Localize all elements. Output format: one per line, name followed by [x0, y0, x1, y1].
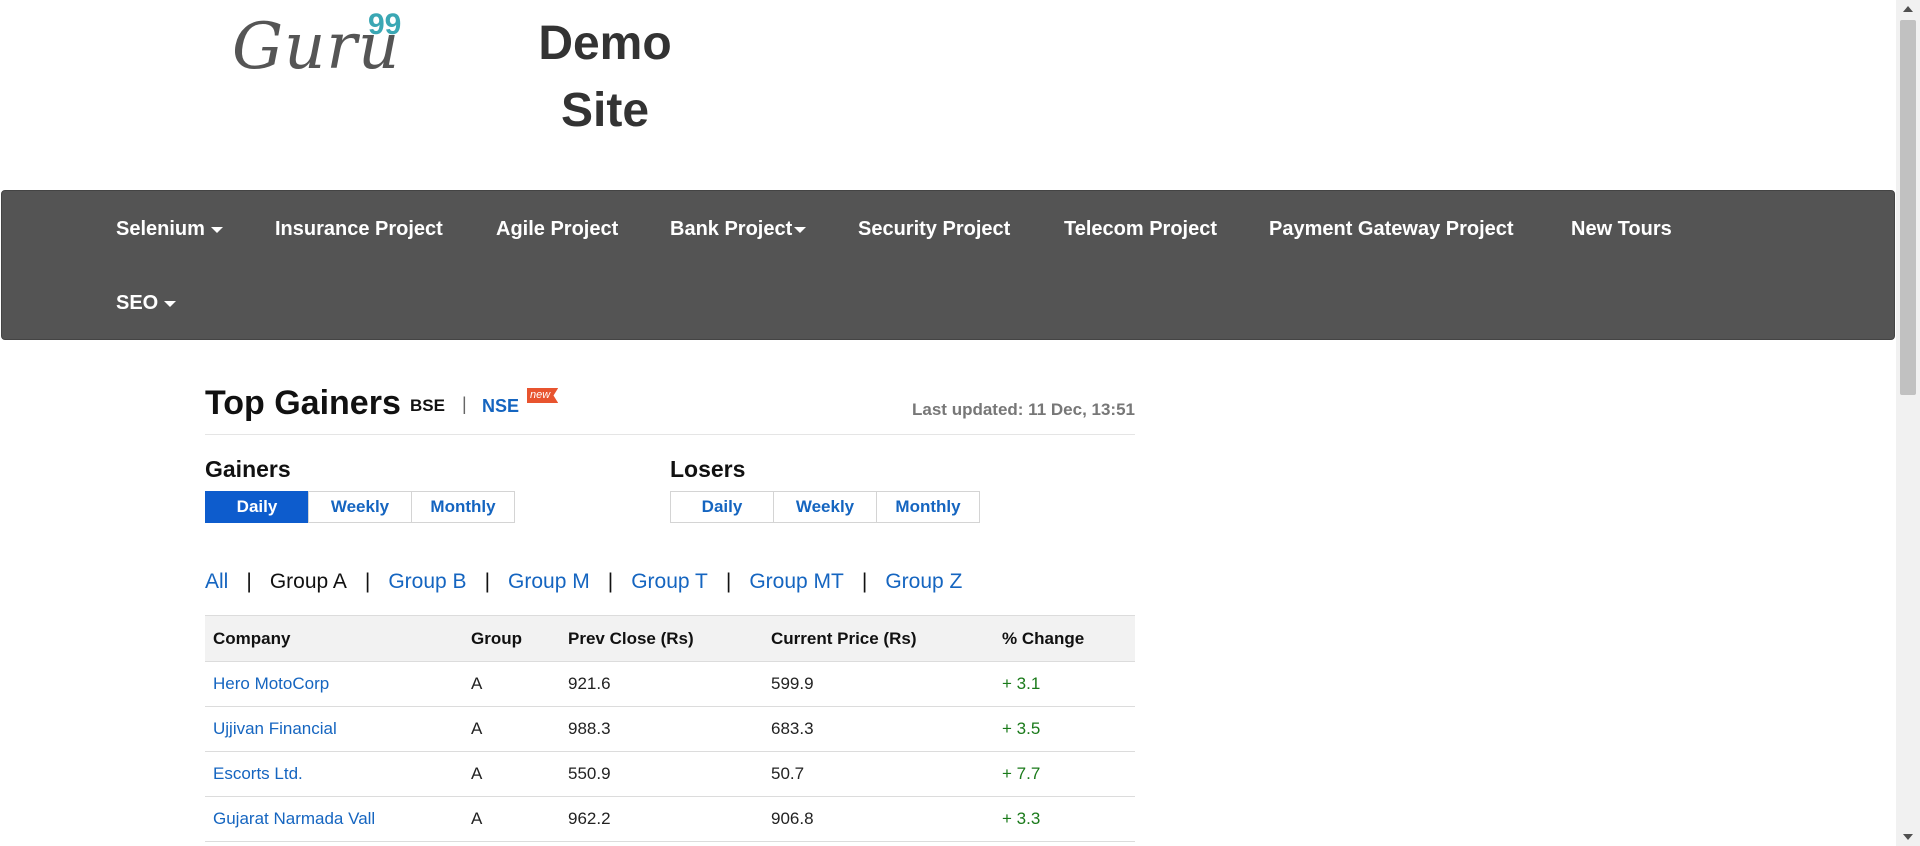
caret-down-icon [210, 226, 223, 233]
group-all-link[interactable]: All [205, 570, 228, 593]
nav-item-label: New Tours [1571, 218, 1672, 240]
company-link[interactable]: Ujjivan Financial [213, 719, 337, 738]
company-link[interactable]: Gujarat Narmada Vall [213, 809, 375, 828]
nav-item-agile-project[interactable]: Agile Project [496, 218, 618, 241]
top-gainers-panel: Top Gainers BSE | NSE new Last updated: … [205, 380, 1135, 842]
losers-label: Losers [670, 456, 746, 482]
prev-close-cell: 921.6 [560, 661, 763, 707]
caret-down-icon [794, 226, 807, 233]
company-link[interactable]: Hero MotoCorp [213, 674, 329, 693]
group-separator: | [246, 570, 252, 593]
gainers-table: Company Group Prev Close (Rs) Current Pr… [205, 615, 1135, 842]
column-header-change: % Change [994, 615, 1135, 662]
current-price-cell: 50.7 [763, 751, 994, 797]
current-price-cell: 599.9 [763, 661, 994, 707]
table-header-row: Company Group Prev Close (Rs) Current Pr… [205, 615, 1135, 662]
company-cell: Ujjivan Financial [205, 706, 463, 752]
site-title-line1: Demo [538, 17, 672, 70]
nav-item-label: Payment Gateway Project [1269, 218, 1514, 240]
group-separator: | [484, 570, 491, 593]
group-separator: | [861, 570, 868, 593]
change-cell: + 3.1 [994, 661, 1135, 707]
scrollbar-thumb[interactable] [1900, 20, 1916, 395]
nav-item-bank-project[interactable]: Bank Project [670, 218, 807, 241]
losers-daily-button[interactable]: Daily [670, 491, 774, 523]
group-separator: | [607, 570, 614, 593]
prev-close-cell: 962.2 [560, 796, 763, 842]
group-t-link[interactable]: Group T [631, 570, 708, 593]
group-separator: | [364, 570, 371, 593]
group-b-link[interactable]: Group B [388, 570, 466, 593]
nav-item-label: Selenium [116, 218, 205, 240]
prev-close-cell: 550.9 [560, 751, 763, 797]
gainers-weekly-button[interactable]: Weekly [308, 491, 412, 523]
group-m-link[interactable]: Group M [508, 570, 590, 593]
nav-item-label: SEO [116, 292, 159, 314]
column-header-group: Group [463, 615, 560, 662]
nav-item-seo[interactable]: SEO [116, 292, 177, 315]
site-title: Demo Site [520, 10, 690, 144]
company-cell: Hero MotoCorp [205, 661, 463, 707]
vertical-scrollbar[interactable] [1896, 0, 1920, 846]
losers-monthly-button[interactable]: Monthly [876, 491, 980, 523]
company-cell: Gujarat Narmada Vall [205, 796, 463, 842]
nav-item-label: Security Project [858, 218, 1011, 240]
nav-item-selenium[interactable]: Selenium [116, 218, 223, 241]
table-row: Ujjivan Financial A 988.3 683.3 + 3.5 [205, 706, 1135, 752]
nav-item-label: Telecom Project [1064, 218, 1218, 240]
company-link[interactable]: Escorts Ltd. [213, 764, 303, 783]
caret-down-icon [164, 300, 177, 307]
title-row: Top Gainers BSE | NSE new Last updated: … [205, 380, 1135, 435]
losers-period-buttons: Daily Weekly Monthly [670, 491, 980, 523]
tab-separator: | [462, 394, 467, 414]
nse-link[interactable]: NSE [482, 396, 519, 417]
bse-tab[interactable]: BSE [410, 396, 445, 416]
group-z-link[interactable]: Group Z [885, 570, 962, 593]
losers-weekly-button[interactable]: Weekly [773, 491, 877, 523]
group-filter-nav: All | Group A | Group B | Group M | Group T | Grou… [205, 570, 962, 594]
change-cell: + 7.7 [994, 751, 1135, 797]
current-price-cell: 683.3 [763, 706, 994, 752]
table-row: Gujarat Narmada Vall A 962.2 906.8 + 3.3 [205, 796, 1135, 842]
change-cell: + 3.3 [994, 796, 1135, 842]
scroll-down-arrow-icon[interactable] [1903, 834, 1913, 840]
column-header-prev-close: Prev Close (Rs) [560, 615, 763, 662]
prev-close-cell: 988.3 [560, 706, 763, 752]
scroll-up-arrow-icon[interactable] [1903, 6, 1913, 12]
group-cell: A [463, 661, 560, 707]
group-cell: A [463, 796, 560, 842]
group-a-link[interactable]: Group A [270, 570, 347, 593]
group-separator: | [725, 570, 732, 593]
nav-item-payment-gateway-project[interactable]: Payment Gateway Project [1269, 218, 1514, 241]
group-cell: A [463, 751, 560, 797]
gainers-period-buttons: Daily Weekly Monthly [205, 491, 515, 523]
nav-item-telecom-project[interactable]: Telecom Project [1064, 218, 1217, 241]
gainers-monthly-button[interactable]: Monthly [411, 491, 515, 523]
new-badge: new [527, 388, 559, 403]
group-cell: A [463, 706, 560, 752]
nav-item-security-project[interactable]: Security Project [858, 218, 1010, 241]
nav-item-new-tours[interactable]: New Tours [1571, 218, 1672, 241]
page-title: Top Gainers [205, 384, 401, 422]
current-price-cell: 906.8 [763, 796, 994, 842]
change-cell: + 3.5 [994, 706, 1135, 752]
nav-item-label: Insurance Project [275, 218, 443, 240]
main-navbar: Selenium Insurance Project Agile Project… [1, 190, 1895, 340]
nav-item-label: Agile Project [496, 218, 619, 240]
page: Guru 99 Demo Site Selenium Insurance Pro… [0, 0, 1896, 846]
column-header-company: Company [205, 615, 463, 662]
nav-item-insurance-project[interactable]: Insurance Project [275, 218, 443, 241]
group-mt-link[interactable]: Group MT [749, 570, 844, 593]
gainers-label: Gainers [205, 456, 291, 482]
column-header-current-price: Current Price (Rs) [763, 615, 994, 662]
gainers-daily-button[interactable]: Daily [205, 491, 309, 523]
site-title-line2: Site [560, 84, 650, 137]
company-cell: Escorts Ltd. [205, 751, 463, 797]
nav-item-label: Bank Project [670, 218, 793, 240]
guru99-logo[interactable]: Guru 99 [232, 4, 412, 94]
table-row: Escorts Ltd. A 550.9 50.7 + 7.7 [205, 751, 1135, 797]
last-updated: Last updated: 11 Dec, 13:51 [912, 400, 1135, 419]
logo-superscript: 99 [368, 8, 402, 41]
table-row: Hero MotoCorp A 921.6 599.9 + 3.1 [205, 661, 1135, 707]
